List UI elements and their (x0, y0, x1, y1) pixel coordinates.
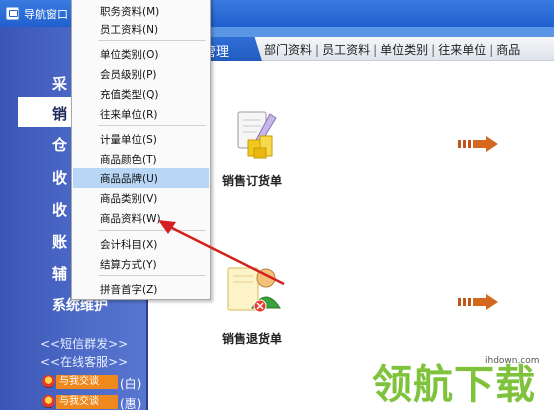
sms-link[interactable]: <<短信群发>> (40, 335, 128, 352)
menu-item-member-level[interactable]: 会员级别(P) (73, 64, 209, 84)
menu-separator (98, 230, 206, 231)
sales-return-label[interactable]: 销售退货单 (222, 330, 282, 347)
flow-arrow-icon (458, 294, 498, 310)
tab-separator: | (315, 43, 320, 57)
menu-item-position-info[interactable]: 职务资料(M) (73, 1, 209, 21)
top-strip (210, 27, 554, 37)
qq-icon (42, 375, 55, 388)
tab-department[interactable]: 部门资料 (264, 43, 312, 57)
contact-name: (白) (120, 377, 142, 391)
menu-item-product-color[interactable]: 商品颜色(T) (73, 149, 209, 169)
contact-name: (惠) (120, 397, 142, 410)
menu-item-unit-category[interactable]: 单位类别(O) (73, 44, 209, 64)
menu-item-employee-info[interactable]: 员工资料(N) (73, 19, 209, 39)
chat-button[interactable]: 与我交谈 (56, 375, 118, 389)
tab-business-partner[interactable]: 往来单位 (438, 43, 486, 57)
menu-item-pinyin-initials[interactable]: 拼音首字(Z) (73, 279, 209, 299)
menu-separator (98, 40, 206, 41)
tab-product[interactable]: 商品 (496, 43, 520, 57)
watermark-url: ihdown.com (485, 356, 540, 366)
menu-item-settlement-method[interactable]: 结算方式(Y) (73, 254, 209, 274)
tab-separator: | (373, 43, 378, 57)
menu-item-product-category[interactable]: 商品类别(V) (73, 188, 209, 208)
sales-order-label[interactable]: 销售订货单 (222, 172, 282, 189)
menu-item-product-info[interactable]: 商品资料(W) (73, 208, 209, 228)
chat-button[interactable]: 与我交谈 (56, 395, 118, 409)
dropdown-menu: 职务资料(M) 员工资料(N) 单位类别(O) 会员级别(P) 充值类型(Q) … (71, 0, 211, 300)
menu-item-recharge-type[interactable]: 充值类型(Q) (73, 84, 209, 104)
tab-separator: | (431, 43, 436, 57)
sales-order-icon[interactable] (234, 110, 280, 164)
tab-employee[interactable]: 员工资料 (322, 43, 370, 57)
tab-separator: | (489, 43, 494, 57)
menu-separator (98, 125, 206, 126)
window-title: 导航窗口 (24, 8, 68, 21)
tab-links: 部门资料 | 员工资料 | 单位类别 | 往来单位 | 商品 (264, 41, 520, 58)
menu-separator (98, 275, 206, 276)
menu-item-product-brand[interactable]: 商品品牌(U) (73, 168, 209, 188)
menu-item-accounting-subject[interactable]: 会计科目(X) (73, 234, 209, 254)
online-service-link[interactable]: <<在线客服>> (40, 353, 128, 370)
menu-item-unit-of-measure[interactable]: 计量单位(S) (73, 129, 209, 149)
sales-return-icon[interactable] (222, 262, 282, 318)
window-icon (6, 7, 19, 20)
flow-arrow-icon (458, 136, 498, 152)
menu-item-business-partner[interactable]: 往来单位(R) (73, 104, 209, 124)
tab-unit-category[interactable]: 单位类别 (380, 43, 428, 57)
qq-icon (42, 395, 55, 408)
